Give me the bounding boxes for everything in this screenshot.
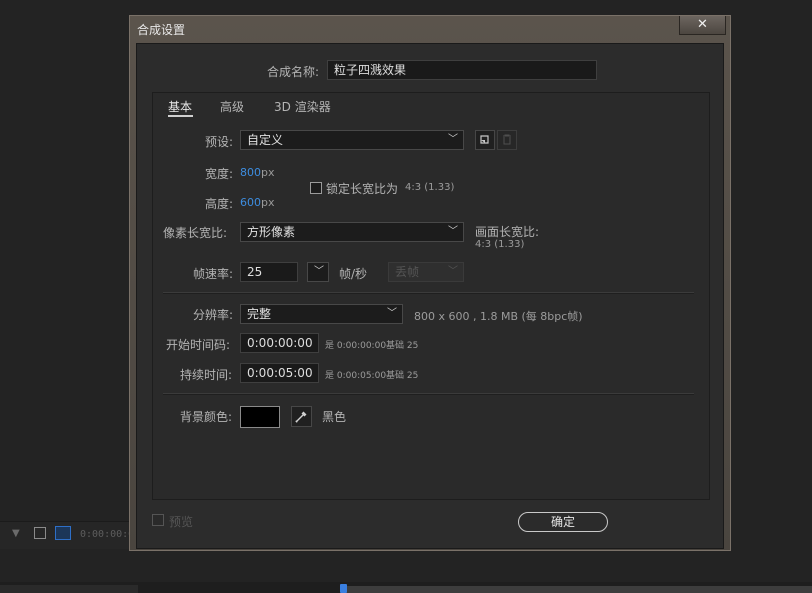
drop-frame-value: 丢帧 [395, 265, 420, 279]
drop-frame-dropdown: 丢帧 ﹀ [388, 262, 464, 282]
preview-label: 预览 [169, 515, 194, 529]
save-preset-button[interactable] [475, 130, 495, 150]
lock-aspect-ratio: 4:3 (1.33) [405, 182, 455, 193]
preset-value: 自定义 [247, 133, 284, 147]
chevron-down-icon: ﹀ [448, 266, 458, 277]
width-unit: px [261, 166, 275, 179]
save-preset-icon [480, 135, 489, 144]
frame-aspect-value: 4:3 (1.33) [475, 239, 525, 250]
height-unit: px [261, 196, 275, 209]
bg-color-swatch[interactable] [240, 406, 280, 428]
frame-rate-label: 帧速率: [193, 267, 234, 281]
chevron-down-icon: ﹀ [314, 266, 324, 277]
dialog-client: 合成名称: 粒子四溅效果 基本 高级 3D 渲染器 预设: 自定义 ﹀ 宽度: … [136, 43, 724, 549]
duration-equals: 是 0:00:05:00 [325, 371, 387, 381]
dialog-title: 合成设置 [137, 23, 186, 37]
bg-footer-left [0, 585, 138, 593]
start-timecode-base: 基础 25 [386, 341, 419, 351]
bg-toggle-transparency-icon[interactable] [55, 526, 71, 540]
width-value[interactable]: 800 [240, 166, 261, 179]
trash-icon [503, 134, 511, 145]
start-timecode-equals: 是 0:00:00:00 [325, 341, 387, 351]
preset-label: 预设: [205, 135, 234, 149]
preset-dropdown[interactable]: 自定义 ﹀ [240, 130, 464, 150]
composition-settings-dialog: 合成设置 ✕ 合成名称: 粒子四溅效果 基本 高级 3D 渲染器 预设: 自定义… [129, 15, 731, 551]
eyedropper-button[interactable] [291, 406, 312, 427]
section-divider [163, 292, 694, 294]
duration-input[interactable]: 0:00:05:00 [240, 363, 319, 383]
width-label: 宽度: [205, 167, 234, 181]
resolution-label: 分辨率: [193, 308, 234, 322]
frame-rate-input[interactable]: 25 [240, 262, 298, 282]
pixel-aspect-value: 方形像素 [247, 225, 296, 239]
bg-playhead[interactable] [340, 584, 347, 593]
bg-color-name: 黑色 [322, 410, 347, 424]
frame-aspect-label: 画面长宽比: [475, 225, 540, 239]
frame-rate-preset-dropdown[interactable]: ﹀ [307, 262, 329, 282]
duration-label: 持续时间: [180, 368, 233, 382]
active-tab-indicator [168, 115, 193, 117]
delete-preset-button[interactable] [497, 130, 517, 150]
lock-aspect-checkbox[interactable] [310, 182, 322, 194]
ok-button[interactable]: 确定 [518, 512, 608, 532]
pixel-aspect-dropdown[interactable]: 方形像素 ﹀ [240, 222, 464, 242]
height-label: 高度: [205, 197, 234, 211]
resolution-dropdown[interactable]: 完整 ﹀ [240, 304, 403, 324]
section-divider [163, 393, 694, 395]
comp-name-label: 合成名称: [267, 65, 320, 79]
frame-rate-unit: 帧/秒 [339, 267, 368, 281]
bg-region-icon[interactable] [34, 527, 46, 539]
pixel-aspect-label: 像素长宽比: [163, 226, 228, 240]
bg-timeline-track[interactable] [346, 586, 812, 593]
tab-basic[interactable]: 基本 [168, 98, 192, 115]
duration-base: 基础 25 [386, 371, 419, 381]
resolution-info: 800 x 600 , 1.8 MB (每 8bpc帧) [414, 310, 583, 323]
close-button[interactable]: ✕ [679, 16, 726, 35]
start-timecode-label: 开始时间码: [166, 338, 231, 352]
chevron-down-icon: ﹀ [448, 134, 458, 145]
lock-aspect-label[interactable]: 锁定长宽比为 [326, 180, 398, 197]
chevron-down-icon: ﹀ [448, 226, 458, 237]
height-value[interactable]: 600 [240, 196, 261, 209]
preview-checkbox [152, 514, 164, 526]
bg-chevron-down-icon[interactable]: ▼ [12, 528, 20, 539]
settings-panel: 基本 高级 3D 渲染器 预设: 自定义 ﹀ 宽度: 800 px 高度: 60… [152, 92, 710, 500]
eyedropper-icon [295, 411, 307, 423]
resolution-value: 完整 [247, 307, 272, 321]
comp-name-input[interactable]: 粒子四溅效果 [327, 60, 597, 80]
dialog-title-bar[interactable]: 合成设置 ✕ [130, 16, 730, 43]
start-timecode-input[interactable]: 0:00:00:00 [240, 333, 319, 353]
tab-advanced[interactable]: 高级 [220, 98, 244, 115]
tab-3d-renderer[interactable]: 3D 渲染器 [274, 98, 331, 115]
chevron-down-icon: ﹀ [387, 308, 397, 319]
bg-color-label: 背景颜色: [180, 410, 233, 424]
